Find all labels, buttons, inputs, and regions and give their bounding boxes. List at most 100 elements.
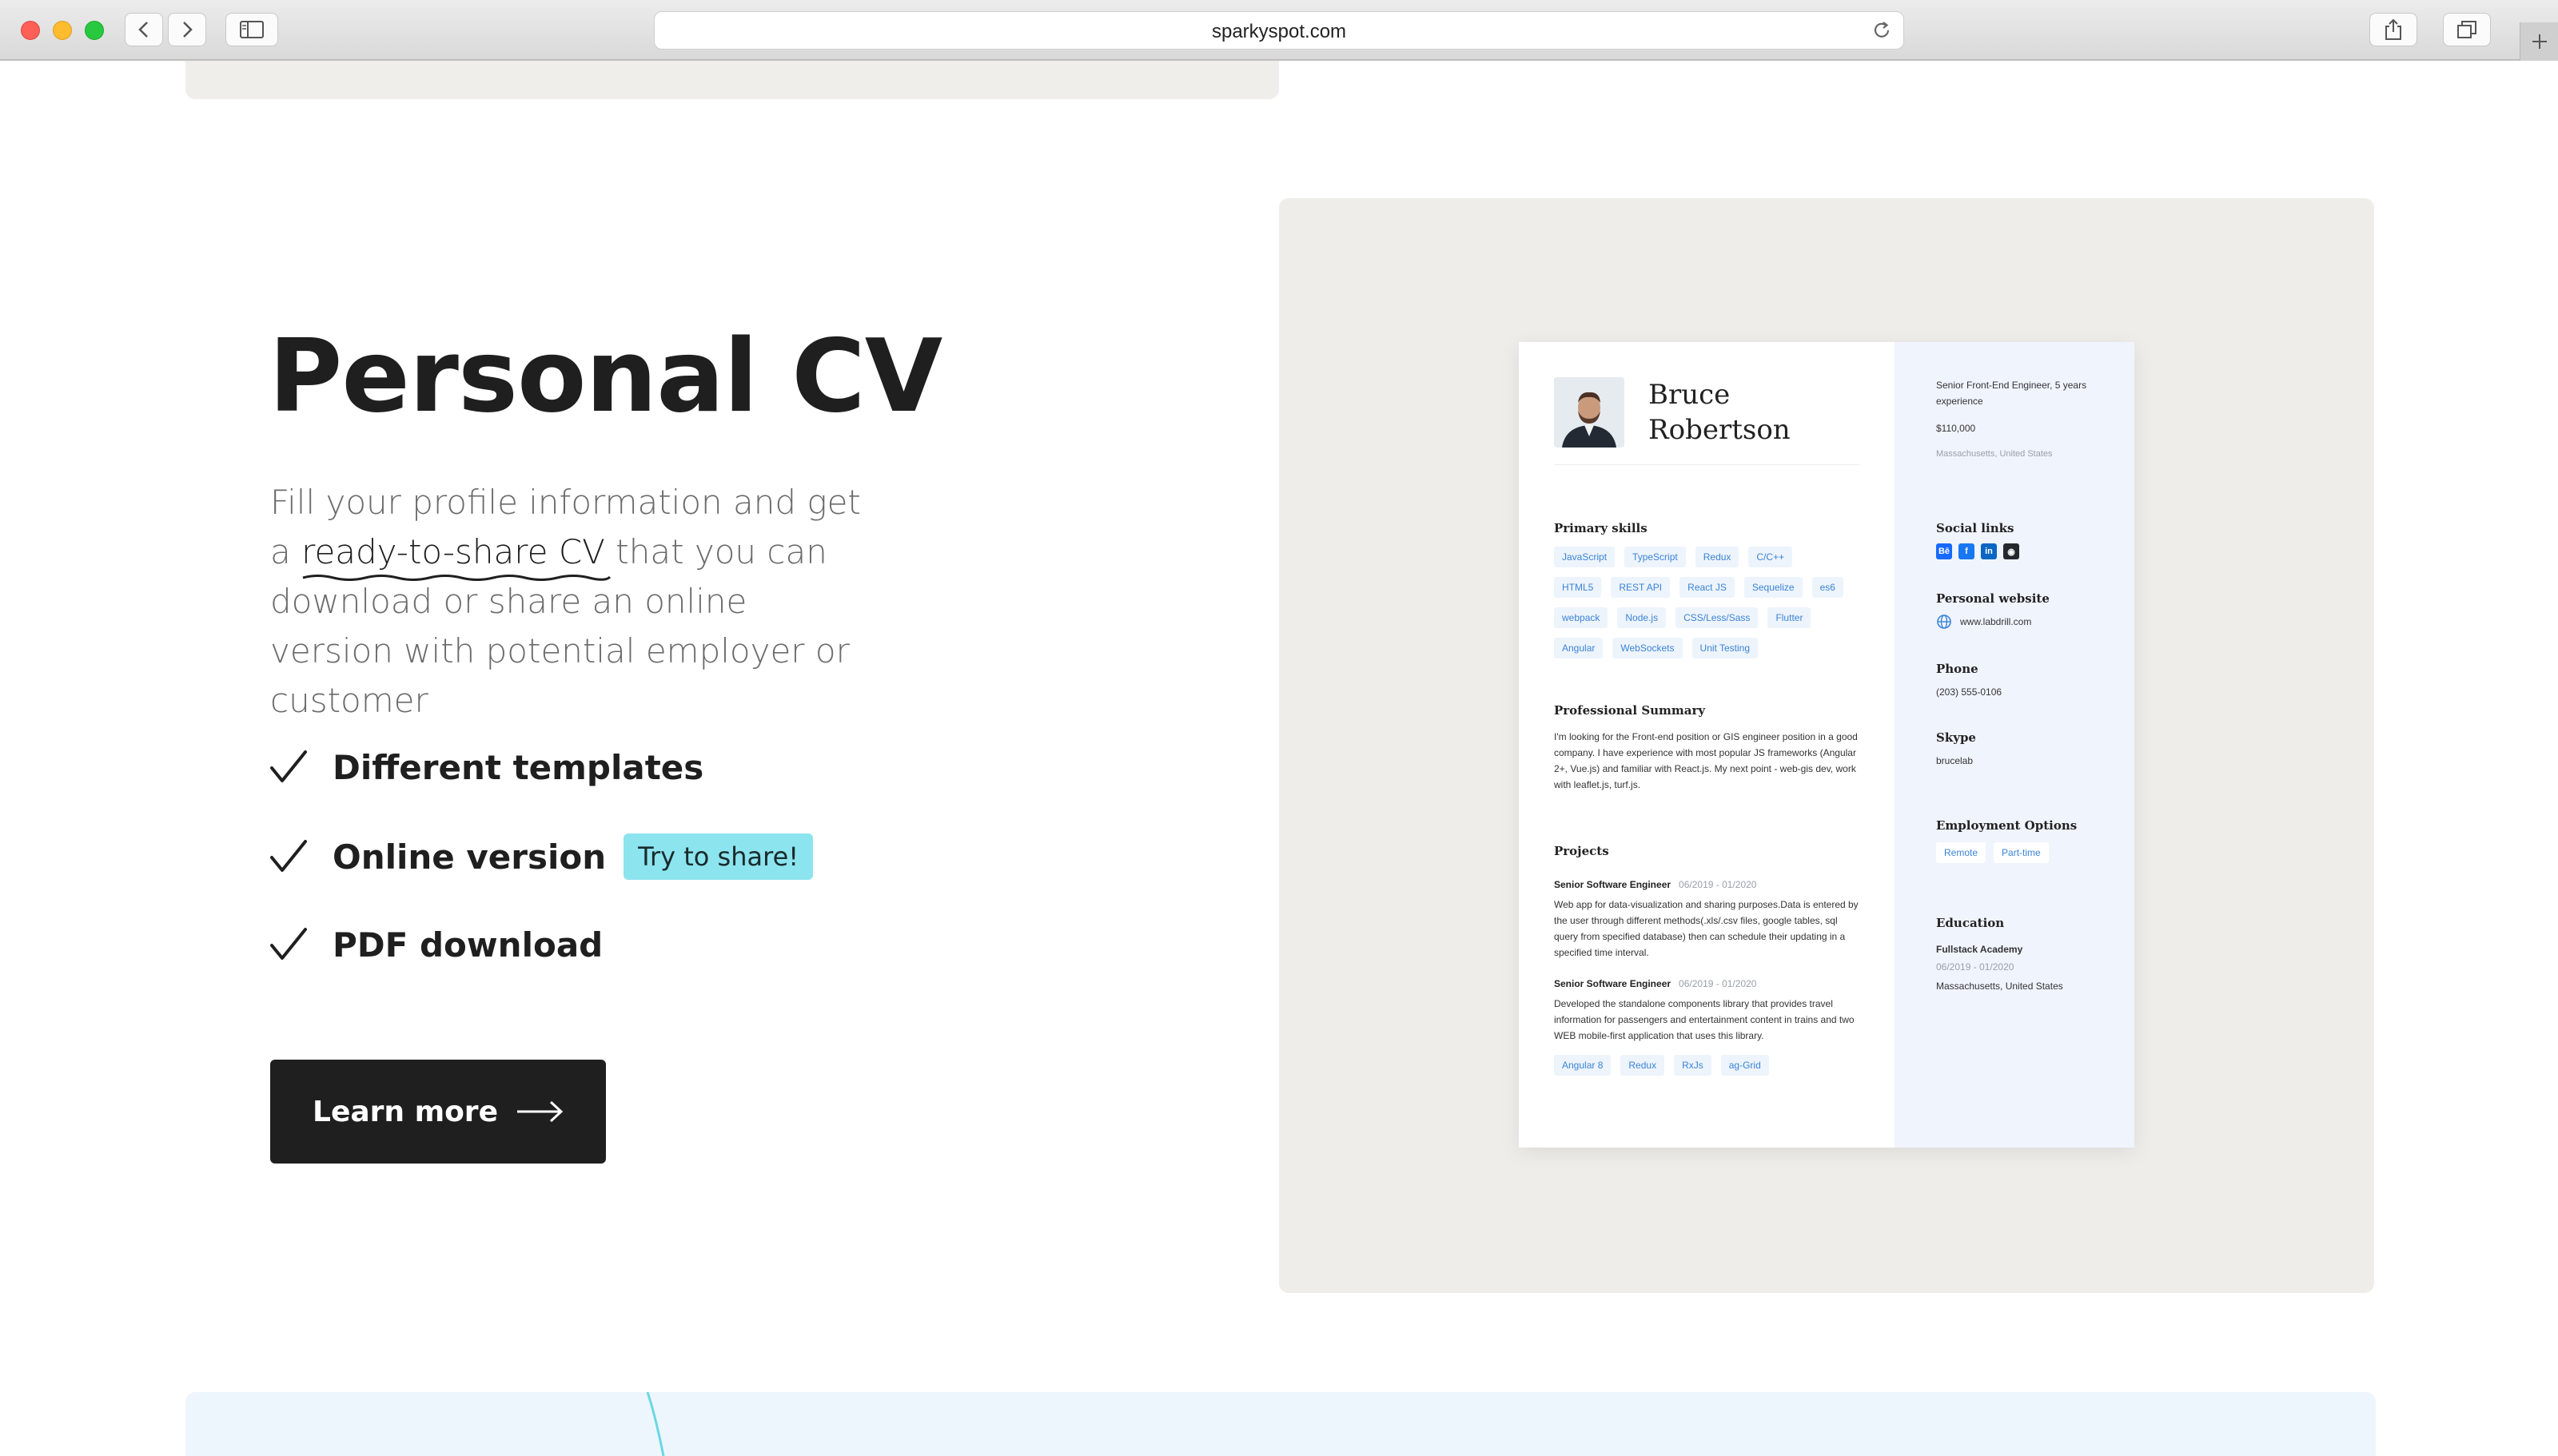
- sidebar-toggle-button[interactable]: [225, 13, 278, 46]
- skill-tag: JavaScript: [1554, 547, 1616, 567]
- maximize-window-button[interactable]: [85, 21, 104, 40]
- project-description: Developed the standalone components libr…: [1554, 998, 1855, 1041]
- skill-tag: HTML5: [1554, 577, 1602, 598]
- project-tag: Angular 8: [1554, 1055, 1612, 1076]
- check-icon: [270, 750, 307, 782]
- project-item: Senior Software Engineer 06/2019 - 01/202…: [1554, 978, 1859, 1085]
- tabs-icon: [2457, 21, 2476, 38]
- tabs-overview-button[interactable]: [2443, 13, 2491, 46]
- description-highlight: ready-to-share CV: [301, 527, 612, 581]
- feature-label: Online version: [333, 837, 607, 877]
- back-button[interactable]: [125, 13, 163, 46]
- skill-tag: CSS/Less/Sass: [1675, 607, 1759, 628]
- skill-tag: WebSockets: [1612, 638, 1683, 658]
- location-text: Massachusetts, United States: [1936, 449, 2053, 459]
- share-button[interactable]: [2369, 13, 2417, 46]
- globe-icon: [1937, 615, 1951, 629]
- skill-tag: es6: [1811, 577, 1843, 598]
- project-tag: RxJs: [1674, 1055, 1711, 1076]
- url-text: sparkyspot.com: [1211, 21, 1347, 42]
- employment-tag: Part-time: [1994, 842, 2049, 863]
- professional-summary-section: Professional Summary I'm looking for the…: [1554, 703, 1859, 793]
- social-links-block: Social links Bē f in ◉: [1936, 521, 2019, 559]
- summary-text: I'm looking for the Front-end position o…: [1554, 731, 1858, 790]
- education-title: Education: [1936, 916, 2005, 930]
- highlight-text: ready-to-share CV: [301, 532, 605, 571]
- squiggle-underline-icon: [302, 575, 612, 581]
- next-section-card: [185, 1392, 2376, 1456]
- employment-options-block: Employment Options Remote Part-time: [1936, 818, 2077, 863]
- cv-main-column: Bruce Robertson Primary skills JavaScrip…: [1519, 342, 1895, 1148]
- social-links-title: Social links: [1936, 521, 2014, 535]
- check-icon: [270, 928, 307, 960]
- website-title: Personal website: [1936, 591, 2050, 606]
- position-block: Senior Front-End Engineer, 5 years exper…: [1936, 377, 2104, 462]
- avatar: [1554, 377, 1624, 448]
- social-icons: Bē f in ◉: [1936, 543, 2019, 559]
- hero-description: Fill your profile information and get a …: [270, 478, 878, 726]
- facebook-icon[interactable]: f: [1958, 543, 1974, 559]
- feature-label: Different templates: [333, 747, 704, 787]
- skill-tag: Angular: [1554, 638, 1604, 658]
- project-description: Web app for data-visualization and shari…: [1554, 899, 1859, 958]
- browser-toolbar: sparkyspot.com: [0, 0, 2558, 61]
- skill-tag: TypeScript: [1624, 547, 1686, 567]
- education-block: Education Fullstack Academy 06/2019 - 01…: [1936, 916, 2063, 994]
- projects-section: Projects Senior Software Engineer 06/2019…: [1554, 844, 1859, 1085]
- check-icon: [270, 840, 307, 872]
- skill-tag: C/C++: [1748, 547, 1793, 567]
- skill-tag: REST API: [1611, 577, 1671, 598]
- new-tab-button[interactable]: [2520, 22, 2558, 61]
- education-school: Fullstack Academy: [1936, 944, 2023, 955]
- primary-skills-title: Primary skills: [1554, 521, 1648, 535]
- address-bar[interactable]: sparkyspot.com: [654, 11, 1904, 50]
- project-tag: Redux: [1620, 1055, 1665, 1076]
- github-icon[interactable]: ◉: [2003, 543, 2019, 559]
- close-window-button[interactable]: [21, 21, 40, 40]
- minimize-window-button[interactable]: [53, 21, 72, 40]
- position-text: Senior Front-End Engineer, 5 years exper…: [1936, 380, 2087, 407]
- learn-more-button[interactable]: Learn more: [270, 1060, 606, 1164]
- personal-website-block: Personal website www.labdrill.com: [1936, 591, 2050, 630]
- cv-last-name: Robertson: [1648, 414, 1791, 446]
- feature-item: Online version Try to share!: [269, 833, 814, 881]
- project-date: 06/2019 - 01/2020: [1679, 879, 1757, 890]
- linkedin-icon[interactable]: in: [1981, 543, 1997, 559]
- behance-icon[interactable]: Bē: [1936, 543, 1952, 559]
- skill-tag: Redux: [1695, 547, 1739, 567]
- project-role: Senior Software Engineer: [1554, 978, 1671, 989]
- feature-item: PDF download: [269, 921, 603, 969]
- skill-tag: Unit Testing: [1691, 638, 1759, 658]
- learn-more-label: Learn more: [313, 1095, 498, 1128]
- chevron-right-icon: [183, 22, 193, 38]
- projects-title: Projects: [1554, 844, 1609, 858]
- decorative-line-icon: [646, 1392, 665, 1456]
- arrow-right-icon: [516, 1100, 564, 1123]
- forward-button[interactable]: [168, 13, 206, 46]
- employment-tags: Remote Part-time: [1936, 842, 2077, 863]
- skype-title: Skype: [1936, 730, 1976, 745]
- project-title: Senior Software Engineer 06/2019 - 01/202…: [1554, 978, 1859, 989]
- salary-text: $110,000: [1936, 423, 1976, 434]
- reload-icon[interactable]: [1871, 20, 1892, 41]
- project-tags: Angular 8 Redux RxJs ag-Grid: [1554, 1055, 1858, 1085]
- feature-item: Different templates: [269, 743, 703, 791]
- phone-title: Phone: [1936, 662, 1978, 676]
- education-location: Massachusetts, United States: [1936, 981, 2063, 992]
- share-icon: [2385, 18, 2401, 40]
- skill-tag: Node.js: [1617, 607, 1667, 628]
- cv-sidebar-column: Senior Front-End Engineer, 5 years exper…: [1895, 342, 2134, 1148]
- phone-block: Phone (203) 555-0106: [1936, 662, 2002, 700]
- skills-list: JavaScript TypeScript Redux C/C++ HTML5 …: [1554, 547, 1858, 668]
- skype-block: Skype brucelab: [1936, 730, 1976, 769]
- sidebar-icon: [240, 21, 264, 38]
- cv-name: Bruce Robertson: [1648, 377, 1856, 448]
- skill-tag: React JS: [1679, 577, 1735, 598]
- primary-skills-section: Primary skills JavaScript TypeScript Red…: [1554, 521, 1858, 668]
- cv-preview-card: Bruce Robertson Primary skills JavaScrip…: [1519, 342, 2134, 1148]
- previous-section-card: [185, 61, 1279, 99]
- employment-title: Employment Options: [1936, 818, 2078, 833]
- education-date: 06/2019 - 01/2020: [1936, 961, 2014, 973]
- website-link[interactable]: www.labdrill.com: [1960, 614, 2031, 630]
- try-to-share-badge[interactable]: Try to share!: [624, 833, 814, 880]
